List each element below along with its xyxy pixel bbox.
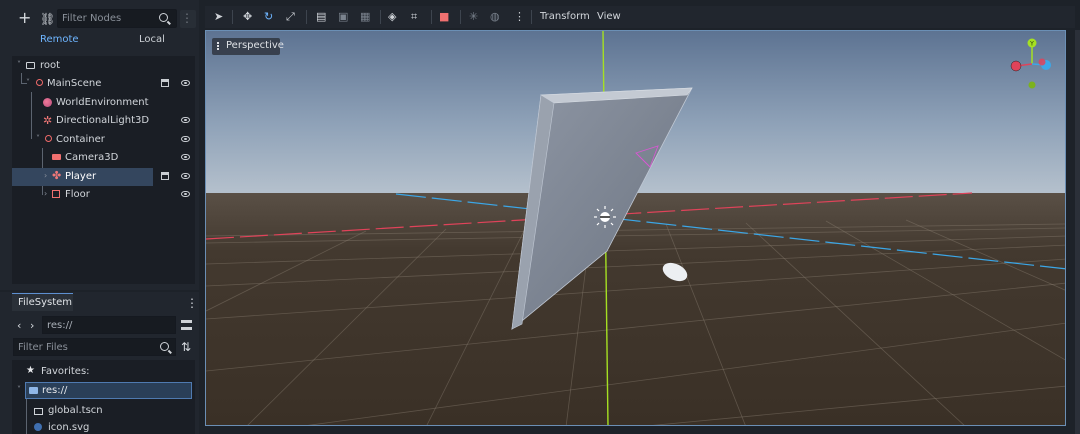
visibility-eye-icon[interactable] [181,117,190,123]
camera-preview-icon[interactable]: ■ [439,11,449,22]
chevron-right-icon[interactable]: › [44,171,47,180]
fs-item-label: icon.svg [48,422,90,433]
divider [306,10,307,24]
more-vertical-icon[interactable]: ⋮ [514,11,525,22]
rotate-tool-icon[interactable]: ↻ [264,11,273,22]
visibility-eye-icon[interactable] [181,173,190,179]
link-icon[interactable]: ⛓ [40,12,55,26]
root-icon [26,62,35,69]
node3d-icon [45,135,52,142]
forward-icon[interactable]: › [30,319,34,333]
viewport-toolbar: ➤ ✥ ↻ ⤢ ▤ ▣ ▦ ◈ ⌗ ■ ✳ ◍ ⋮ Transform View [205,6,1075,28]
environment-preview-icon[interactable]: ◍ [490,11,500,22]
chevron-down-icon[interactable]: ˅ [26,78,30,87]
ground-plane [206,193,1065,425]
fs-item-global[interactable]: global.tscn [26,404,206,421]
transform-menu[interactable]: Transform [540,11,590,22]
world-environment-icon [43,98,52,107]
tab-local[interactable]: Local [139,34,165,45]
fs-item-label: res:// [42,385,68,396]
tree-label: MainScene [47,78,102,89]
tree-row-mainscene[interactable]: ˅ MainScene [12,75,195,93]
scene-file-icon [34,408,43,415]
tree-label: Floor [65,189,90,200]
path-field[interactable] [43,317,175,333]
node3d-icon [36,79,43,86]
folder-icon [29,387,38,394]
svg-file-icon [34,423,42,431]
gizmo-y-label: Y [1029,41,1034,48]
character-body-icon: ✤ [52,169,62,182]
group-icon[interactable]: ▦ [360,11,370,22]
tree-label: WorldEnvironment [56,97,149,108]
select-tool-icon[interactable]: ➤ [214,11,223,22]
tree-row-container[interactable]: ˅ Container [12,131,195,149]
visibility-eye-icon[interactable] [181,136,190,142]
perspective-label: Perspective [226,40,284,51]
tree-label: DirectionalLight3D [56,115,150,126]
more-vertical-icon[interactable]: ⋮ [186,296,198,310]
divider [460,10,461,24]
list-select-icon[interactable]: ▤ [316,11,326,22]
tree-row-root[interactable]: ˅ root [12,57,195,75]
divider [380,10,381,24]
sun-preview-icon[interactable]: ✳ [469,11,478,22]
scene-tree: ˅ root ˅ MainScene WorldEnvironment ✲ Di… [12,56,195,284]
camera-icon [52,154,61,160]
filter-files-field[interactable] [14,339,175,355]
divider [232,10,233,24]
chevron-down-icon[interactable]: ˅ [17,385,21,394]
chevron-down-icon[interactable]: ˅ [36,134,40,143]
scale-tool-icon[interactable]: ⤢ [286,11,295,22]
tab-remote[interactable]: Remote [40,34,79,45]
divider [531,10,532,24]
favorites-label: Favorites: [41,366,90,377]
tree-row-floor[interactable]: › Floor [12,186,195,204]
local-space-icon[interactable]: ◈ [388,11,396,22]
tab-filesystem[interactable]: FileSystem [12,293,73,311]
tree-row-worldenvironment[interactable]: WorldEnvironment [12,94,195,112]
divider [431,10,432,24]
tree-label: Camera3D [65,152,119,163]
view-menu[interactable]: View [597,11,621,22]
tree-label: Container [56,134,105,145]
search-icon [159,13,168,22]
chevron-right-icon[interactable]: › [44,189,47,198]
star-icon: ★ [26,365,35,376]
lock-icon[interactable]: ▣ [338,11,348,22]
search-icon [160,342,169,351]
filter-nodes-input[interactable] [57,9,177,28]
add-node-icon[interactable]: + [18,10,31,26]
menu-icon [217,42,219,44]
tree-row-directionallight3d[interactable]: ✲ DirectionalLight3D [12,112,195,130]
fs-item-icon-svg[interactable]: icon.svg [26,421,206,434]
path-input[interactable] [42,316,176,334]
tab-label: FileSystem [18,297,73,308]
viewport-scene[interactable]: Y [206,31,1066,426]
directional-light-icon: ✲ [43,114,53,127]
visibility-eye-icon[interactable] [181,154,190,160]
tree-row-camera3d[interactable]: Camera3D [12,149,195,167]
fs-item-res[interactable]: res:// [25,382,192,399]
visibility-eye-icon[interactable] [181,191,190,197]
tree-row-player[interactable]: › ✤ Player [12,168,153,186]
tree-label: Player [65,171,97,182]
right-dock-edge [1075,30,1080,434]
back-icon[interactable]: ‹ [17,319,21,333]
open-scene-icon[interactable] [161,79,169,87]
perspective-button[interactable]: Perspective [212,38,284,55]
sort-icon[interactable]: ⇅ [181,340,191,354]
filter-files-input[interactable] [13,338,176,356]
snap-icon[interactable]: ⌗ [411,11,417,22]
chevron-down-icon[interactable]: ˅ [17,60,21,69]
menu-button-bg [180,10,196,28]
move-tool-icon[interactable]: ✥ [243,11,252,22]
fs-item-label: global.tscn [48,405,103,416]
visibility-eye-icon[interactable] [181,80,190,86]
layout-toggle-icon[interactable] [181,320,192,330]
3d-viewport[interactable]: Y [205,30,1066,426]
static-body-icon [52,190,60,198]
tree-label: root [40,60,61,71]
open-scene-icon[interactable] [161,172,169,180]
